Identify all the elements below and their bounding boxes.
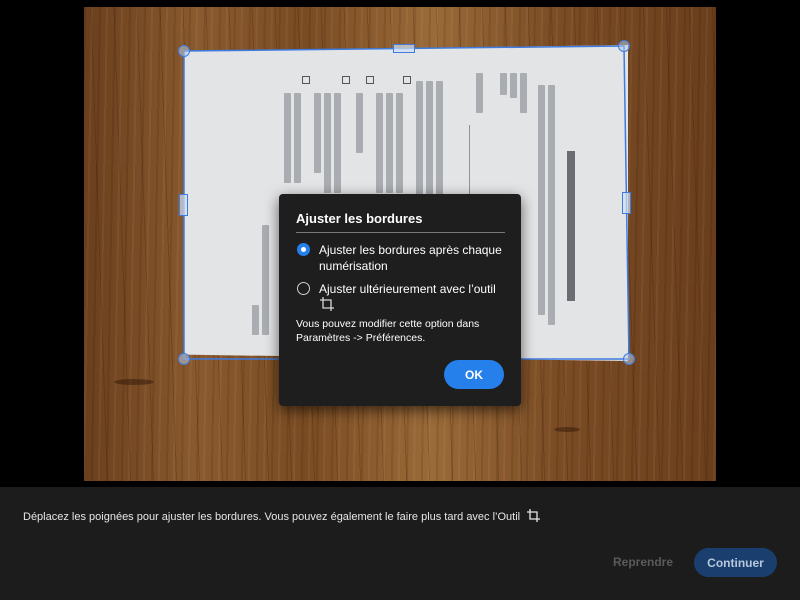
radio-selected-dot (301, 247, 306, 252)
wood-knot (554, 427, 580, 432)
radio-adjust-after-each-scan-label[interactable]: Ajuster les bordures après chaque numéri… (319, 242, 509, 274)
document-text-line (476, 73, 483, 113)
radio-adjust-later[interactable] (297, 282, 310, 295)
continue-button[interactable]: Continuer (694, 548, 777, 577)
crop-handle-right[interactable] (622, 192, 631, 214)
document-text-line (252, 305, 259, 335)
document-text-line (500, 73, 507, 95)
document-text-line (510, 73, 517, 98)
hint-text-row: Déplacez les poignées pour ajuster les b… (23, 509, 541, 523)
checkbox-print (366, 76, 374, 84)
radio-adjust-after-each-scan[interactable] (297, 243, 310, 256)
document-text-line (284, 93, 291, 183)
crop-icon (320, 297, 334, 311)
wood-knot (114, 379, 154, 385)
checkbox-print (302, 76, 310, 84)
radio-adjust-later-label[interactable]: Ajuster ultérieurement avec l’outil (319, 281, 509, 297)
document-text-line (294, 93, 301, 183)
checkbox-print (342, 76, 350, 84)
dialog-divider (296, 232, 505, 233)
bottom-toolbar: Déplacez les poignées pour ajuster les b… (0, 487, 800, 600)
adjust-borders-dialog: Ajuster les bordures Ajuster les bordure… (279, 194, 521, 406)
document-text-line (520, 73, 527, 113)
document-title-text (567, 151, 575, 301)
crop-icon (527, 509, 541, 522)
crop-handle-left[interactable] (179, 194, 188, 216)
crop-handle-bottom-right[interactable] (623, 353, 635, 365)
dialog-note: Vous pouvez modifier cette option dans P… (296, 318, 480, 344)
hint-text: Déplacez les poignées pour ajuster les b… (23, 511, 521, 523)
document-text-line (548, 85, 555, 325)
document-text-line (376, 93, 383, 193)
checkbox-print (403, 76, 411, 84)
document-text-line (356, 93, 363, 153)
document-text-line (334, 93, 341, 193)
crop-handle-top-right[interactable] (618, 40, 630, 52)
retake-button[interactable]: Reprendre (606, 549, 680, 575)
document-text-line (386, 93, 393, 193)
crop-handle-top[interactable] (393, 44, 415, 53)
document-text-line (396, 93, 403, 193)
document-text-line (262, 225, 269, 335)
document-text-line (324, 93, 331, 193)
crop-handle-top-left[interactable] (178, 45, 190, 57)
document-text-line (314, 93, 321, 173)
dialog-title: Ajuster les bordures (296, 211, 423, 226)
ok-button[interactable]: OK (444, 360, 504, 389)
document-text-line (538, 85, 545, 315)
crop-handle-bottom-left[interactable] (178, 353, 190, 365)
